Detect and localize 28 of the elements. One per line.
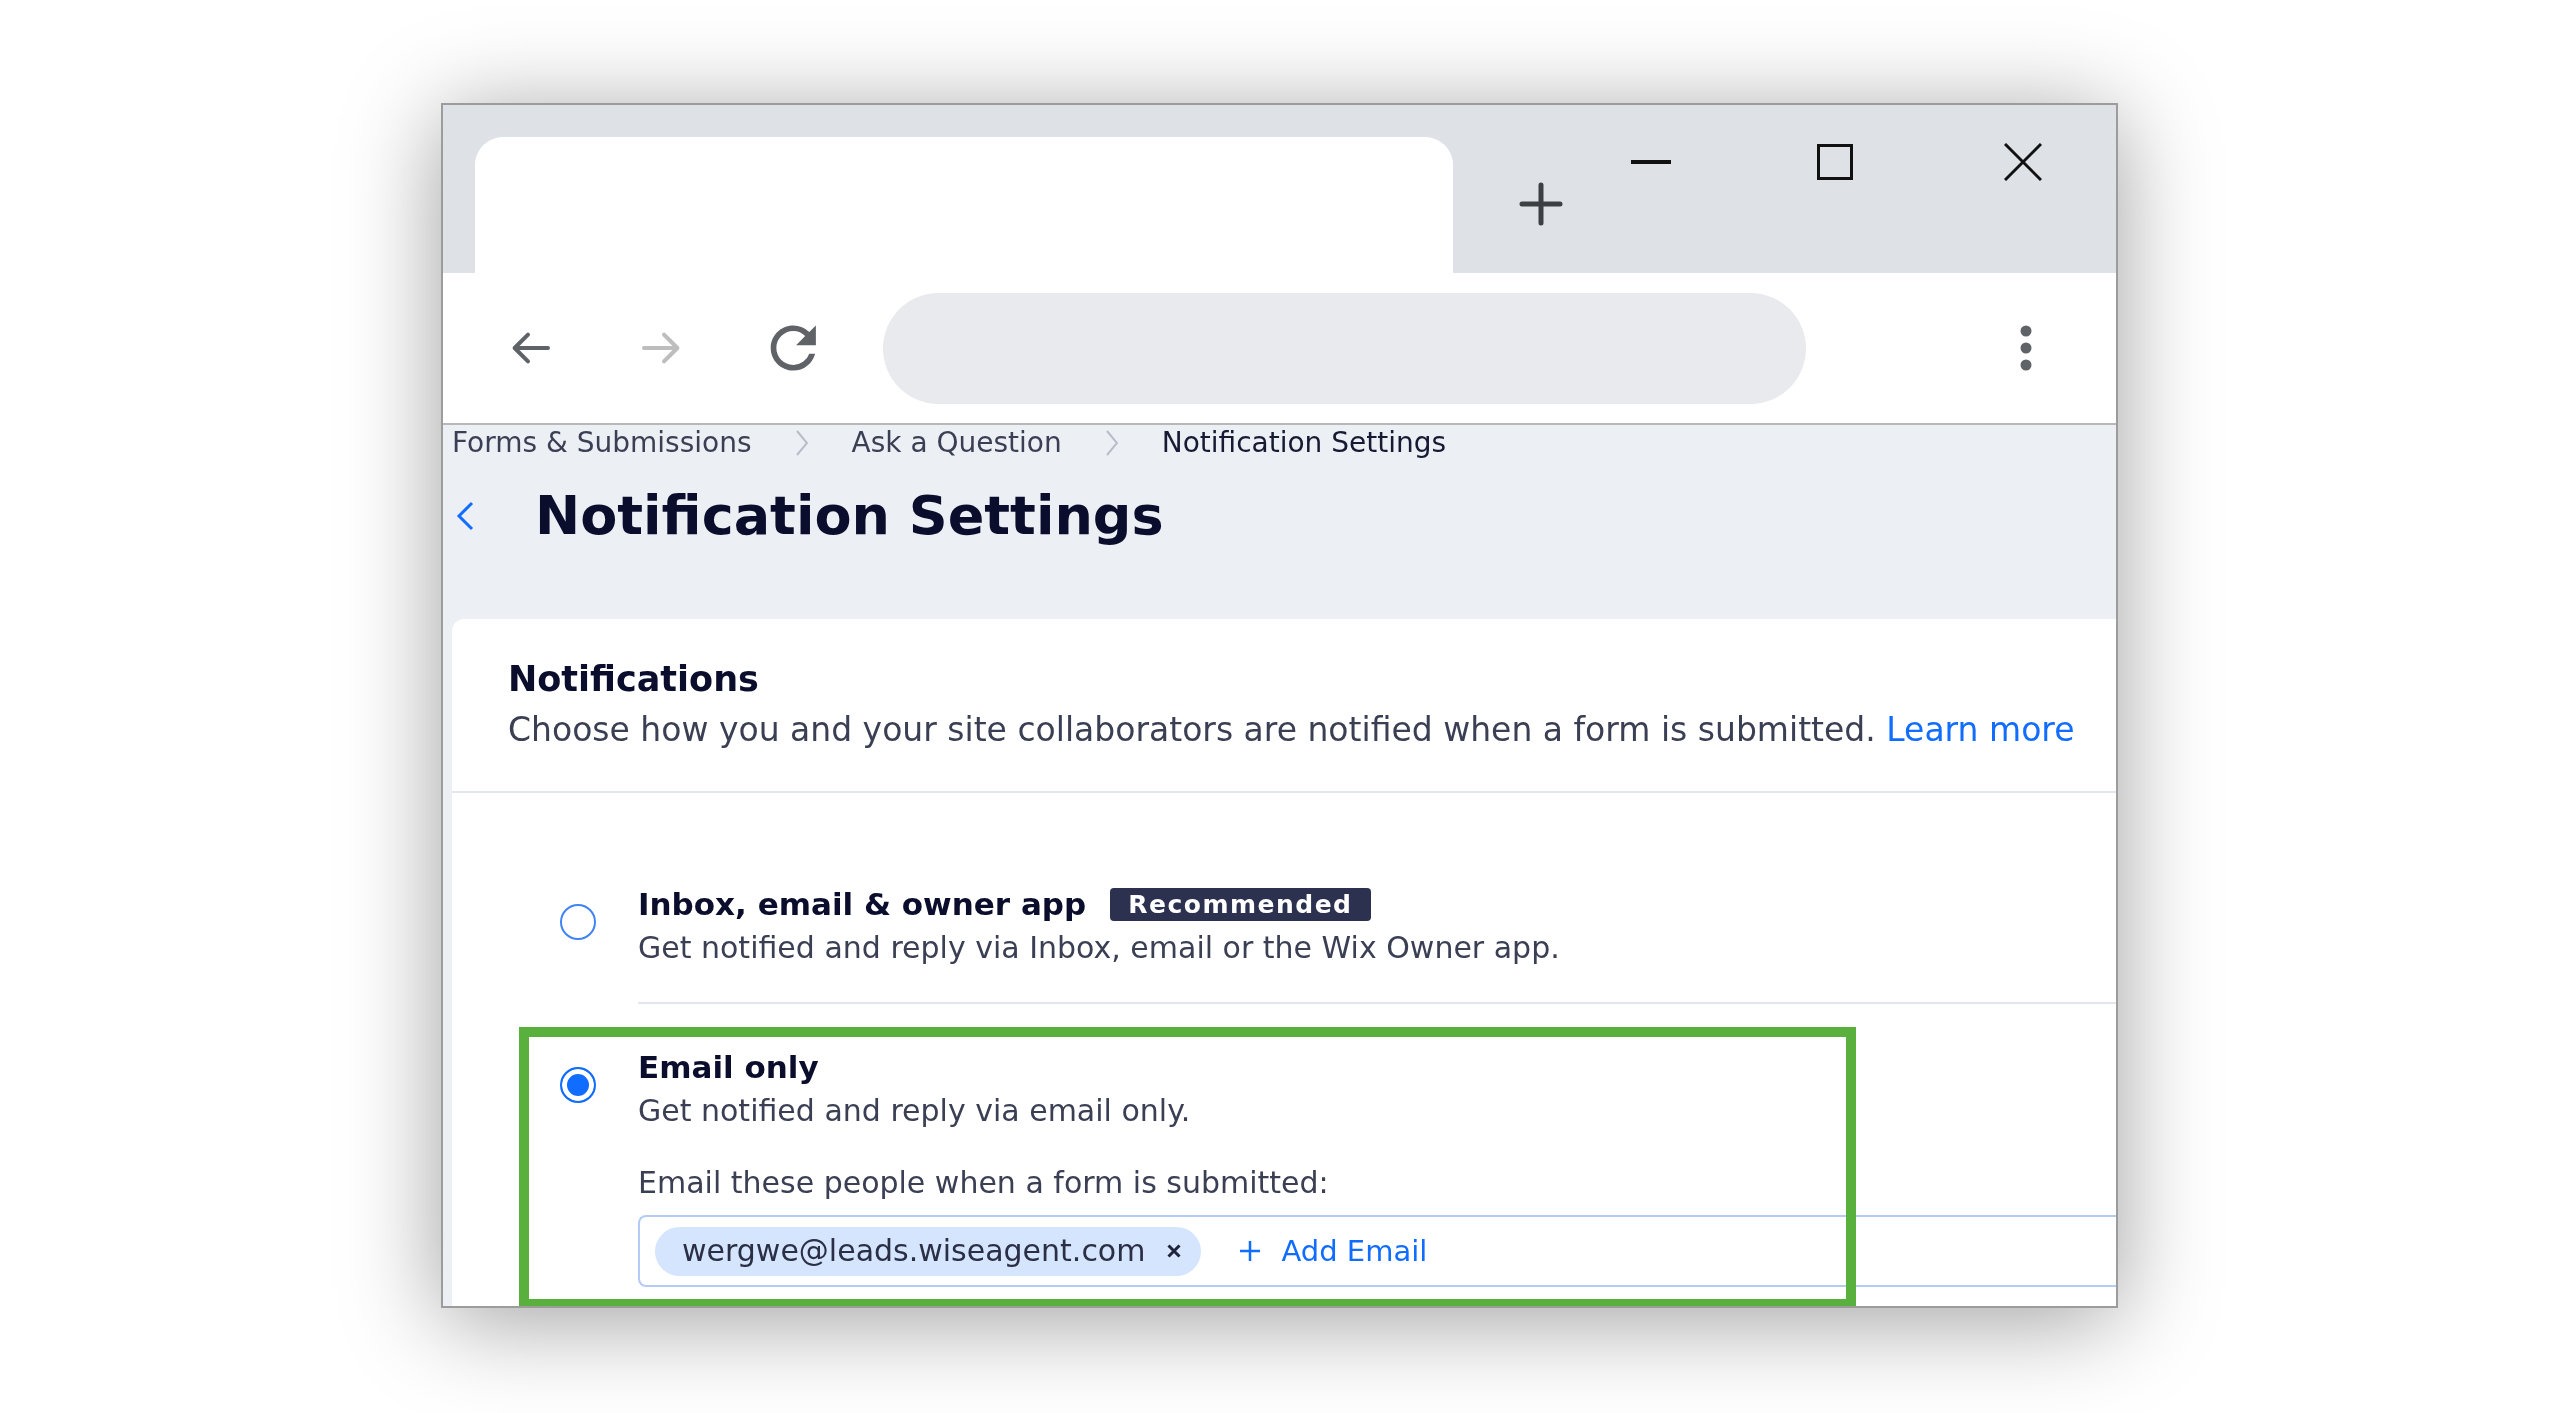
page-title: Notification Settings: [535, 484, 1164, 548]
chevron-right-icon: [1105, 430, 1118, 456]
maximize-icon[interactable]: [1817, 144, 1853, 180]
option-title: Inbox, email & owner app: [638, 885, 1087, 923]
radio-button[interactable]: [560, 904, 596, 940]
plus-icon[interactable]: [1519, 182, 1563, 226]
back-chevron-icon[interactable]: [456, 501, 474, 531]
option-title: Email only: [638, 1048, 819, 1086]
section-title: Notifications: [508, 659, 760, 700]
plus-icon: [1239, 1240, 1262, 1262]
option-description: Get notified and reply via email only.: [638, 1093, 1192, 1129]
close-icon[interactable]: [2004, 143, 2042, 181]
recommended-badge: Recommended: [1110, 887, 1371, 921]
email-address: wergwe@leads.wiseagent.com: [682, 1233, 1146, 1269]
chevron-right-icon: [795, 430, 808, 456]
breadcrumb-link[interactable]: Ask a Question: [851, 426, 1062, 460]
reload-icon[interactable]: [770, 324, 818, 372]
learn-more-link[interactable]: Learn more: [1886, 710, 2075, 749]
section-description: Choose how you and your site collaborators are notified when a form is submitted. Learn more: [508, 710, 2076, 750]
field-label: Email these people when a form is submitted:: [638, 1165, 1330, 1201]
breadcrumb-current: Notification Settings: [1161, 426, 1447, 460]
more-menu-icon[interactable]: [2020, 325, 2032, 371]
breadcrumb-link[interactable]: Forms & Submissions: [452, 426, 752, 460]
add-email-button[interactable]: Add Email: [1239, 1233, 1428, 1269]
remove-icon[interactable]: [1167, 1244, 1182, 1258]
radio-button[interactable]: [560, 1067, 596, 1103]
option-description: Get notified and reply via Inbox, email or the Wix Owner app.: [638, 930, 1561, 966]
email-recipients-field[interactable]: wergwe@leads.wiseagent.com Add Email: [638, 1215, 2116, 1287]
